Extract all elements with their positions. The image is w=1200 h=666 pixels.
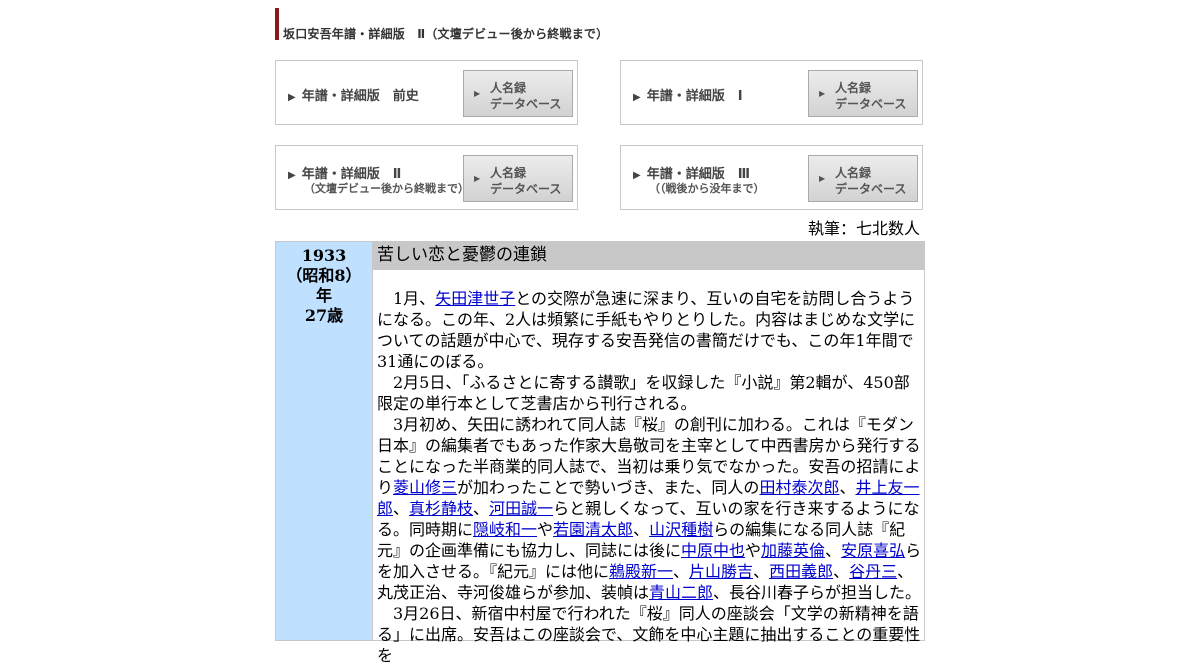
person-link[interactable]: 谷丹三 (849, 562, 897, 581)
nav-subtitle: （（戦後から没年まで） (649, 182, 765, 195)
person-link[interactable]: 河田誠一 (489, 499, 553, 518)
triangle-right-icon: ▶ (633, 170, 641, 181)
people-database-button[interactable]: ▶ 人名録 データベース (463, 70, 573, 117)
person-link[interactable]: 鵜殿新一 (609, 562, 673, 581)
triangle-right-icon: ▶ (474, 89, 481, 98)
person-link[interactable]: 西田義郎 (769, 562, 833, 581)
nav-box-vol3: ▶ 年譜・詳細版 Ⅲ （（戦後から没年まで） ▶ 人名録 データベース (620, 145, 923, 210)
page-title: 坂口安吾年譜・詳細版 Ⅱ（文壇デビュー後から終戦まで） (283, 27, 609, 41)
entry-body: 1月、矢田津世子との交際が急速に深まり、互いの自宅を訪問し合うようになる。この年… (377, 288, 922, 666)
nav-box-vol2: ▶ 年譜・詳細版 Ⅱ （文壇デビュー後から終戦まで） ▶ 人名録 データベース (275, 145, 578, 210)
person-link[interactable]: 真杉静枝 (409, 499, 473, 518)
age-label: 27歳 (304, 306, 344, 325)
person-link[interactable]: 矢田津世子 (435, 289, 515, 308)
person-link[interactable]: 若園清太郎 (553, 520, 633, 539)
person-link[interactable]: 安原喜弘 (841, 541, 905, 560)
page-header: 坂口安吾年譜・詳細版 Ⅱ（文壇デビュー後から終戦まで） (275, 8, 879, 41)
paragraph: 2月5日、「ふるさとに寄する讃歌」を収録した『小説』第2輯が、450部限定の単行… (377, 373, 910, 413)
person-link[interactable]: 田村泰次郎 (759, 478, 839, 497)
person-link[interactable]: 加藤英倫 (761, 541, 825, 560)
person-link[interactable]: 片山勝吉 (689, 562, 753, 581)
people-database-button[interactable]: ▶ 人名録 データベース (808, 155, 918, 202)
triangle-right-icon: ▶ (288, 170, 296, 181)
entry-title: 苦しい恋と憂鬱の連鎖 (373, 242, 924, 270)
people-database-button[interactable]: ▶ 人名録 データベース (808, 70, 918, 117)
person-link[interactable]: 山沢種樹 (649, 520, 713, 539)
nav-subtitle: （文壇デビュー後から終戦まで） (304, 182, 469, 195)
nav-box-vol1: ▶ 年譜・詳細版 Ⅰ ▶ 人名録 データベース (620, 60, 923, 125)
person-link[interactable]: 青山二郎 (649, 583, 713, 602)
triangle-right-icon: ▶ (633, 92, 641, 103)
nav-box-prehistory: ▶ 年譜・詳細版 前史 ▶ 人名録 データベース (275, 60, 578, 125)
nav-link-prehistory[interactable]: ▶ 年譜・詳細版 前史 (288, 85, 419, 104)
person-link[interactable]: 隠岐和一 (473, 520, 537, 539)
author-credit: 執筆：七北数人 (807, 219, 920, 238)
triangle-right-icon: ▶ (288, 92, 296, 103)
person-link[interactable]: 菱山修三 (393, 478, 457, 497)
people-database-button[interactable]: ▶ 人名録 データベース (463, 155, 573, 202)
era-name: （昭和8） (286, 266, 362, 285)
paragraph: 3月26日、新宿中村屋で行われた『桜』同人の座談会「文学の新精神を語る」に出席。… (377, 604, 921, 665)
nav-link-vol1[interactable]: ▶ 年譜・詳細版 Ⅰ (633, 85, 743, 104)
year-number: 1933 (301, 246, 347, 265)
person-link[interactable]: 中原中也 (681, 541, 745, 560)
chronology-table: 1933 （昭和8） 年 27歳 苦しい恋と憂鬱の連鎖 1月、矢田津世子との交際… (275, 241, 925, 665)
year-suffix: 年 (315, 286, 332, 305)
year-cell: 1933 （昭和8） 年 27歳 (276, 242, 373, 640)
triangle-right-icon: ▶ (819, 174, 826, 183)
triangle-right-icon: ▶ (819, 89, 826, 98)
paragraph: 1月、矢田津世子との交際が急速に深まり、互いの自宅を訪問し合うようになる。この年… (377, 289, 916, 371)
paragraph: 3月初め、矢田に誘われて同人誌『桜』の創刊に加わる。これは『モダン日本』の編集者… (377, 415, 922, 602)
triangle-right-icon: ▶ (474, 174, 481, 183)
